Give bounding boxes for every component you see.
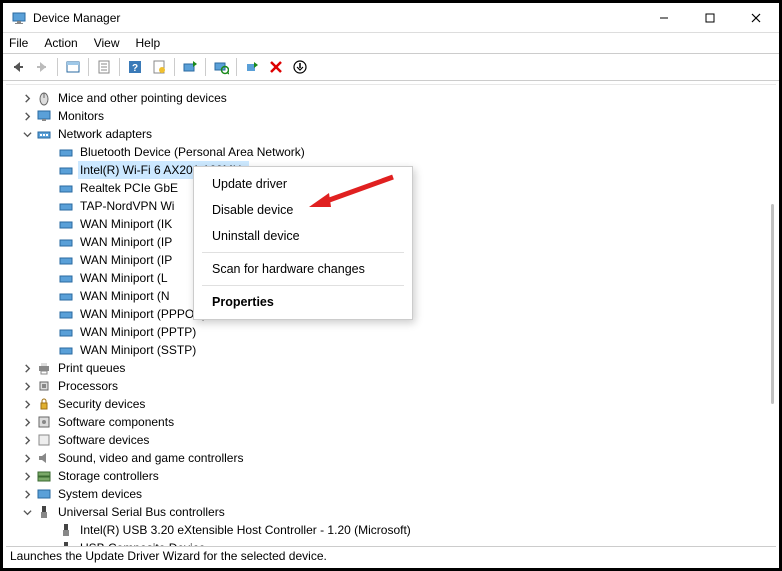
scrollbar-thumb[interactable]: [771, 204, 774, 404]
uninstall-device-button[interactable]: [265, 56, 287, 78]
tree-item-usb-xhost[interactable]: Intel(R) USB 3.20 eXtensible Host Contro…: [20, 521, 776, 539]
chevron-down-icon[interactable]: [20, 505, 34, 519]
ctx-properties[interactable]: Properties: [194, 289, 412, 315]
tree-item-monitors[interactable]: Monitors: [20, 107, 776, 125]
app-icon: [11, 10, 27, 26]
tree-item-wan-sstp[interactable]: WAN Miniport (SSTP): [20, 341, 776, 359]
network-adapter-icon: [58, 252, 74, 268]
tree-item-network-adapters[interactable]: Network adapters: [20, 125, 776, 143]
tree-item-mice[interactable]: Mice and other pointing devices: [20, 89, 776, 107]
update-driver-button[interactable]: [179, 56, 201, 78]
scan-hardware-button[interactable]: [210, 56, 232, 78]
forward-button[interactable]: [31, 56, 53, 78]
network-adapter-icon: [58, 180, 74, 196]
annotation-arrow: [303, 171, 403, 211]
cpu-icon: [36, 378, 52, 394]
properties-button[interactable]: [93, 56, 115, 78]
scrollbar[interactable]: [764, 84, 776, 546]
tree-item-processors[interactable]: Processors: [20, 377, 776, 395]
network-adapter-icon: [58, 288, 74, 304]
tree-item-print-queues[interactable]: Print queues: [20, 359, 776, 377]
network-adapter-icon: [58, 270, 74, 286]
enable-device-button[interactable]: [241, 56, 263, 78]
storage-icon: [36, 468, 52, 484]
menu-view[interactable]: View: [94, 36, 120, 50]
chevron-right-icon[interactable]: [20, 91, 34, 105]
network-adapter-icon: [58, 162, 74, 178]
close-button[interactable]: [733, 3, 779, 32]
window-title: Device Manager: [33, 11, 641, 25]
tree-item-wan-pptp[interactable]: WAN Miniport (PPTP): [20, 323, 776, 341]
svg-text:?: ?: [132, 63, 138, 74]
tree-item-usb-composite[interactable]: USB Composite Device: [20, 539, 776, 546]
chevron-down-icon[interactable]: [20, 127, 34, 141]
chevron-right-icon[interactable]: [20, 469, 34, 483]
chevron-right-icon[interactable]: [20, 487, 34, 501]
toolbar: ?: [3, 53, 779, 81]
tree-item-usb[interactable]: Universal Serial Bus controllers: [20, 503, 776, 521]
tree-item-security[interactable]: Security devices: [20, 395, 776, 413]
chevron-right-icon[interactable]: [20, 451, 34, 465]
security-icon: [36, 396, 52, 412]
chevron-right-icon[interactable]: [20, 361, 34, 375]
network-adapter-icon: [58, 306, 74, 322]
tree-item-software-devices[interactable]: Software devices: [20, 431, 776, 449]
tree-item-software-components[interactable]: Software components: [20, 413, 776, 431]
chevron-right-icon[interactable]: [20, 109, 34, 123]
network-adapter-icon: [58, 234, 74, 250]
mouse-icon: [36, 90, 52, 106]
minimize-button[interactable]: [641, 3, 687, 32]
ctx-separator: [202, 285, 404, 286]
menu-file[interactable]: File: [9, 36, 28, 50]
menubar: File Action View Help: [3, 33, 779, 53]
action-button[interactable]: [148, 56, 170, 78]
usb-device-icon: [58, 522, 74, 538]
menu-action[interactable]: Action: [44, 36, 77, 50]
usb-icon: [36, 504, 52, 520]
tree-item-bluetooth[interactable]: Bluetooth Device (Personal Area Network): [20, 143, 776, 161]
speaker-icon: [36, 450, 52, 466]
ctx-scan-hardware[interactable]: Scan for hardware changes: [194, 256, 412, 282]
printer-icon: [36, 360, 52, 376]
network-adapter-icon: [58, 324, 74, 340]
chevron-right-icon[interactable]: [20, 433, 34, 447]
tree-item-storage[interactable]: Storage controllers: [20, 467, 776, 485]
status-text: Launches the Update Driver Wizard for th…: [10, 549, 327, 563]
disable-device-button[interactable]: [289, 56, 311, 78]
chevron-right-icon[interactable]: [20, 379, 34, 393]
network-adapter-icon: [58, 144, 74, 160]
software-icon: [36, 432, 52, 448]
statusbar: Launches the Update Driver Wizard for th…: [6, 546, 776, 565]
menu-help[interactable]: Help: [136, 36, 161, 50]
component-icon: [36, 414, 52, 430]
network-adapter-icon: [58, 216, 74, 232]
titlebar: Device Manager: [3, 3, 779, 33]
chevron-right-icon[interactable]: [20, 415, 34, 429]
tree-item-sound[interactable]: Sound, video and game controllers: [20, 449, 776, 467]
back-button[interactable]: [7, 56, 29, 78]
chevron-right-icon[interactable]: [20, 397, 34, 411]
ctx-separator: [202, 252, 404, 253]
network-icon: [36, 126, 52, 142]
network-adapter-icon: [58, 198, 74, 214]
help-button[interactable]: ?: [124, 56, 146, 78]
system-icon: [36, 486, 52, 502]
monitor-icon: [36, 108, 52, 124]
tree-item-system[interactable]: System devices: [20, 485, 776, 503]
show-hidden-button[interactable]: [62, 56, 84, 78]
maximize-button[interactable]: [687, 3, 733, 32]
network-adapter-icon: [58, 342, 74, 358]
ctx-uninstall-device[interactable]: Uninstall device: [194, 223, 412, 249]
